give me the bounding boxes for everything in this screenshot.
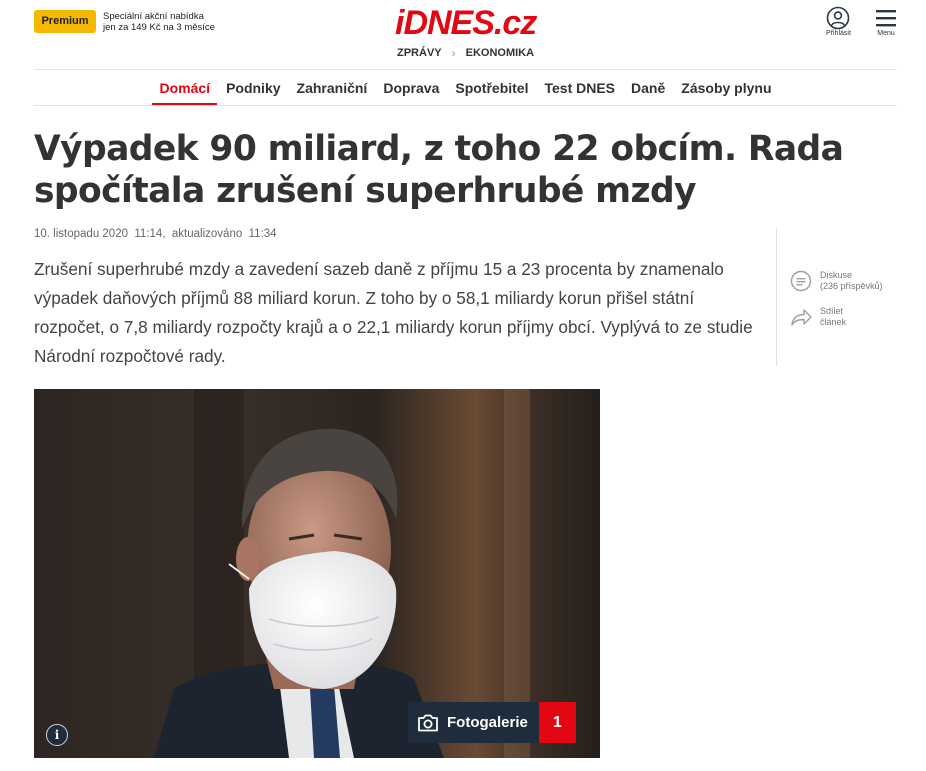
share-link[interactable]: Sdílet článek [790,306,846,328]
promo-line-2: jen za 149 Kč na 3 měsíce [103,22,215,33]
publish-time: 11:14, [134,228,166,240]
nav-item-zahranicni[interactable]: Zahraniční [296,70,369,106]
share-label-2: článek [820,317,847,327]
sidebar-divider [776,228,777,366]
premium-promo[interactable]: Speciální akční nabídka jen za 149 Kč na… [103,11,215,33]
share-icon [791,309,812,326]
nav-item-podniky[interactable]: Podniky [225,70,281,106]
login-button[interactable]: Přihlásit [826,6,851,37]
discussion-label: Diskuse [820,270,853,280]
premium-button[interactable]: Premium [34,10,96,33]
hamburger-icon [876,10,896,27]
login-label: Přihlásit [826,30,851,37]
site-header: Premium Speciální akční nabídka jen za 1… [0,0,926,70]
nav-divider [34,105,897,106]
updated-time: 11:34 [248,228,277,240]
gallery-count: 1 [538,702,576,743]
comment-icon [790,270,812,292]
promo-line-1: Speciální akční nabídka [103,11,204,22]
breadcrumb: ZPRÁVY › EKONOMIKA [397,46,534,60]
gallery-button[interactable]: Fotogalerie 1 [408,702,576,743]
discussion-text: Diskuse (236 příspěvků) [820,270,883,292]
gallery-label: Fotogalerie [447,714,528,731]
nav-item-dane[interactable]: Daně [630,70,666,106]
article-title: Výpadek 90 miliard, z toho 22 obcím. Rad… [34,129,844,211]
menu-label: Menu [877,30,895,37]
user-icon [827,6,850,30]
breadcrumb-item-ekonomika[interactable]: EKONOMIKA [466,47,534,59]
article-perex: Zrušení superhrubé mzdy a zavedení sazeb… [34,259,753,366]
chevron-right-icon: › [451,46,456,60]
menu-button[interactable]: Menu [874,6,898,37]
nav-item-test-dnes[interactable]: Test DNES [543,70,616,106]
site-logo[interactable]: iDNES.cz [395,4,537,42]
breadcrumb-item-zpravy[interactable]: ZPRÁVY [397,47,442,59]
share-label-1: Sdílet [820,306,844,316]
section-nav: Domácí Podniky Zahraniční Doprava Spotře… [34,70,897,106]
publish-date: 10. listopadu 2020 [34,228,128,240]
nav-item-spotrebitel[interactable]: Spotřebitel [454,70,529,106]
info-icon[interactable]: i [46,724,68,746]
nav-item-zasoby-plynu[interactable]: Zásoby plynu [680,70,772,106]
share-text: Sdílet článek [820,306,846,328]
gallery-label-box: Fotogalerie [408,702,539,743]
nav-item-domaci[interactable]: Domácí [152,70,217,106]
article-meta: 10. listopadu 2020 11:14, aktualizováno … [34,228,277,240]
updated-label: aktualizováno [171,228,243,240]
discussion-link[interactable]: Diskuse (236 příspěvků) [790,270,883,292]
nav-item-doprava[interactable]: Doprava [382,70,440,106]
camera-icon [418,714,438,731]
discussion-count: (236 příspěvků) [820,281,883,291]
